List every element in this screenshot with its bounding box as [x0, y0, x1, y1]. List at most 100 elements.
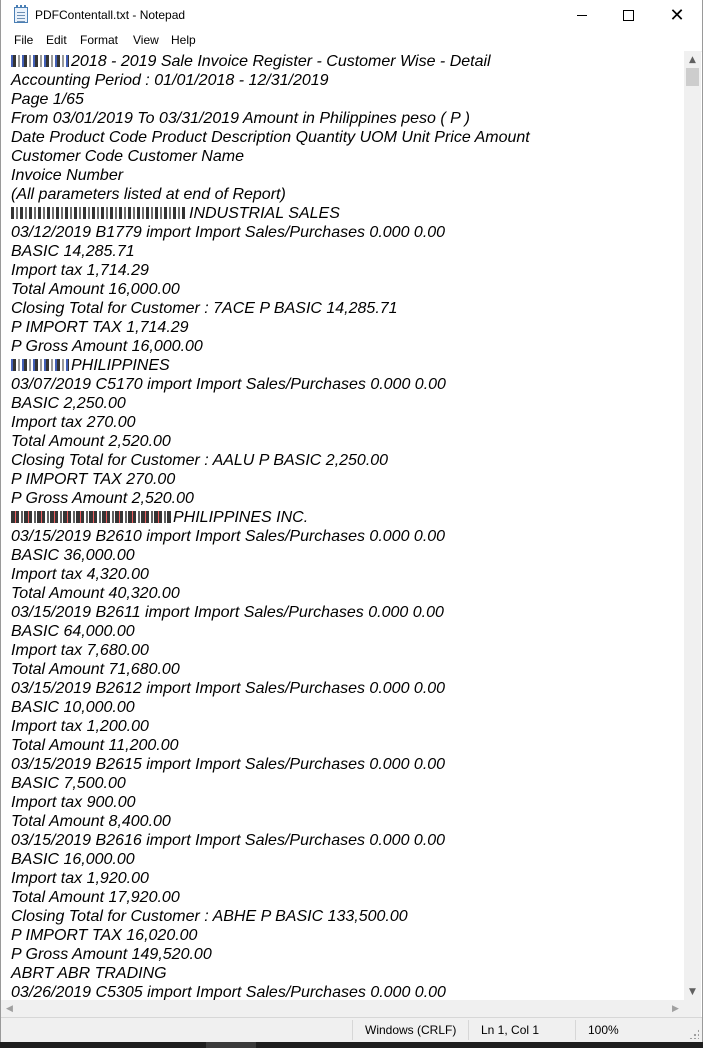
text-line-content: 03/15/2019 B2616 import Import Sales/Pur… [11, 832, 446, 849]
text-line: 03/15/2019 B2611 import Import Sales/Pur… [11, 603, 444, 622]
text-line: P IMPORT TAX 1,714.29 [11, 318, 189, 337]
text-line: P Gross Amount 2,520.00 [11, 489, 194, 508]
text-line-content: Closing Total for Customer : AALU P BASI… [11, 452, 389, 469]
text-line: P IMPORT TAX 16,020.00 [11, 926, 197, 945]
status-bar: Windows (CRLF) Ln 1, Col 1 100% [1, 1017, 702, 1042]
text-line-content: 2018 - 2019 Sale Invoice Register - Cust… [71, 53, 491, 70]
text-line: P Gross Amount 16,000.00 [11, 337, 203, 356]
status-divider [575, 1020, 576, 1040]
minimize-button[interactable] [559, 0, 605, 31]
text-line-content: Invoice Number [11, 167, 124, 184]
text-line: BASIC 2,250.00 [11, 394, 126, 413]
window-title: PDFContentall.txt - Notepad [35, 8, 186, 22]
text-line-content: Total Amount 71,680.00 [11, 661, 180, 678]
text-line: P IMPORT TAX 270.00 [11, 470, 175, 489]
text-line-content: (All parameters listed at end of Report) [11, 186, 286, 203]
text-line: Customer Code Customer Name [11, 147, 244, 166]
text-line-content: P Gross Amount 16,000.00 [11, 338, 203, 355]
text-line-content: 03/12/2019 B1779 import Import Sales/Pur… [11, 224, 446, 241]
menu-file[interactable]: File [13, 33, 34, 47]
text-line: Closing Total for Customer : 7ACE P BASI… [11, 299, 398, 318]
text-line: 03/15/2019 B2612 import Import Sales/Pur… [11, 679, 445, 698]
text-line-content: Total Amount 16,000.00 [11, 281, 180, 298]
text-line: Import tax 1,714.29 [11, 261, 149, 280]
title-bar[interactable]: PDFContentall.txt - Notepad ✕ [1, 0, 702, 31]
resize-grip-icon[interactable] [689, 1029, 699, 1039]
menu-bar: File Edit Format View Help [1, 31, 702, 52]
text-line-content: P IMPORT TAX 1,714.29 [11, 319, 189, 336]
text-line: BASIC 16,000.00 [11, 850, 135, 869]
menu-format[interactable]: Format [79, 33, 119, 47]
maximize-button[interactable] [605, 0, 651, 31]
text-line: Total Amount 8,400.00 [11, 812, 171, 831]
text-line: 03/26/2019 C5305 import Import Sales/Pur… [11, 983, 446, 1000]
text-line-content: PHILIPPINES INC. [173, 509, 309, 526]
text-line: 03/12/2019 B1779 import Import Sales/Pur… [11, 223, 445, 242]
text-line: From 03/01/2019 To 03/31/2019 Amount in … [11, 109, 470, 128]
scroll-down-arrow-icon[interactable]: ▼ [684, 983, 701, 1000]
scroll-left-arrow-icon[interactable]: ◀ [1, 1000, 18, 1017]
text-line: Import tax 4,320.00 [11, 565, 149, 584]
redacted-text [11, 207, 187, 219]
redacted-text [11, 359, 69, 371]
text-line: 2018 - 2019 Sale Invoice Register - Cust… [11, 52, 491, 71]
redacted-text [11, 55, 69, 67]
text-line-content: Import tax 270.00 [11, 414, 136, 431]
vertical-scroll-thumb[interactable] [686, 68, 699, 86]
notepad-icon [14, 5, 28, 23]
text-line-content: Date Product Code Product Description Qu… [11, 129, 530, 146]
status-cursor-position: Ln 1, Col 1 [481, 1023, 540, 1037]
text-line-content: Total Amount 40,320.00 [11, 585, 180, 602]
text-line-content: Import tax 1,714.29 [11, 262, 149, 279]
text-line: BASIC 7,500.00 [11, 774, 126, 793]
scroll-right-arrow-icon[interactable]: ▶ [667, 1000, 684, 1017]
text-line-content: Total Amount 17,920.00 [11, 889, 180, 906]
vertical-scrollbar[interactable]: ▲ ▼ [684, 51, 701, 1000]
menu-help[interactable]: Help [170, 33, 197, 47]
taskbar-strip [0, 1042, 703, 1048]
text-line: (All parameters listed at end of Report) [11, 185, 286, 204]
text-line-content: Page 1/65 [11, 91, 84, 108]
text-line: 03/15/2019 B2616 import Import Sales/Pur… [11, 831, 445, 850]
text-line: Invoice Number [11, 166, 123, 185]
text-line: Total Amount 16,000.00 [11, 280, 180, 299]
close-icon: ✕ [669, 4, 685, 26]
text-line: Import tax 270.00 [11, 413, 136, 432]
text-line-content: From 03/01/2019 To 03/31/2019 Amount in … [11, 110, 470, 127]
text-line: BASIC 36,000.00 [11, 546, 135, 565]
close-button[interactable]: ✕ [651, 0, 703, 31]
text-line-content: BASIC 16,000.00 [11, 851, 135, 868]
text-line: Total Amount 40,320.00 [11, 584, 180, 603]
text-line-content: 03/15/2019 B2610 import Import Sales/Pur… [11, 528, 446, 545]
text-line: Import tax 1,200.00 [11, 717, 149, 736]
text-line: PHILIPPINES INC. [11, 508, 308, 527]
text-line: Import tax 900.00 [11, 793, 136, 812]
notepad-window: PDFContentall.txt - Notepad ✕ File Edit … [0, 0, 703, 1042]
text-line: Total Amount 17,920.00 [11, 888, 180, 907]
status-divider [468, 1020, 469, 1040]
text-line-content: BASIC 2,250.00 [11, 395, 126, 412]
text-line: Page 1/65 [11, 90, 84, 109]
text-editor[interactable]: 2018 - 2019 Sale Invoice Register - Cust… [1, 51, 684, 1000]
minimize-icon [577, 15, 587, 16]
scroll-up-arrow-icon[interactable]: ▲ [684, 51, 701, 68]
text-line-content: Closing Total for Customer : 7ACE P BASI… [11, 300, 398, 317]
horizontal-scrollbar[interactable]: ◀ ▶ [1, 1000, 684, 1017]
menu-view[interactable]: View [132, 33, 160, 47]
menu-edit[interactable]: Edit [45, 33, 68, 47]
text-line-content: ABRT ABR TRADING [11, 965, 167, 982]
text-line: INDUSTRIAL SALES [11, 204, 340, 223]
text-line-content: PHILIPPINES [71, 357, 170, 374]
text-line-content: Total Amount 2,520.00 [11, 433, 171, 450]
text-line-content: BASIC 14,285.71 [11, 243, 135, 260]
taskbar-active-item [206, 1042, 256, 1048]
text-line: Accounting Period : 01/01/2018 - 12/31/2… [11, 71, 329, 90]
text-line-content: Import tax 1,200.00 [11, 718, 149, 735]
text-line-content: BASIC 64,000.00 [11, 623, 135, 640]
text-line: Total Amount 71,680.00 [11, 660, 180, 679]
text-line-content: Total Amount 11,200.00 [11, 737, 179, 754]
text-line-content: 03/07/2019 C5170 import Import Sales/Pur… [11, 376, 446, 393]
text-line-content: P IMPORT TAX 270.00 [11, 471, 176, 488]
text-line: Closing Total for Customer : ABHE P BASI… [11, 907, 408, 926]
text-line-content: 03/15/2019 B2612 import Import Sales/Pur… [11, 680, 446, 697]
